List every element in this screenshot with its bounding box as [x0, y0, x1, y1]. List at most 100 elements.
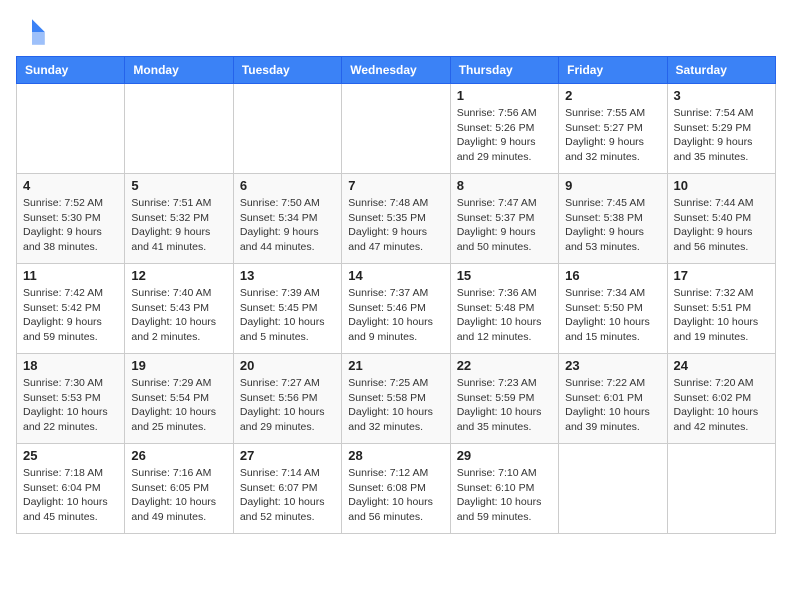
day-number: 13	[240, 268, 335, 283]
calendar-cell	[233, 84, 341, 174]
day-info: Sunrise: 7:54 AMSunset: 5:29 PMDaylight:…	[674, 106, 769, 165]
day-number: 10	[674, 178, 769, 193]
day-number: 26	[131, 448, 226, 463]
week-row-2: 4 Sunrise: 7:52 AMSunset: 5:30 PMDaylight…	[17, 174, 776, 264]
header-day-sunday: Sunday	[17, 57, 125, 84]
day-number: 29	[457, 448, 552, 463]
calendar-cell: 13 Sunrise: 7:39 AMSunset: 5:45 PMDayligh…	[233, 264, 341, 354]
day-info: Sunrise: 7:51 AMSunset: 5:32 PMDaylight:…	[131, 196, 226, 255]
day-info: Sunrise: 7:56 AMSunset: 5:26 PMDaylight:…	[457, 106, 552, 165]
calendar-cell: 2Sunrise: 7:55 AMSunset: 5:27 PMDaylight…	[559, 84, 667, 174]
calendar-cell: 12 Sunrise: 7:40 AMSunset: 5:43 PMDayligh…	[125, 264, 233, 354]
day-number: 24	[674, 358, 769, 373]
page-header	[16, 16, 776, 48]
day-info: Sunrise: 7:40 AMSunset: 5:43 PMDaylight:…	[131, 286, 226, 345]
day-info: Sunrise: 7:47 AMSunset: 5:37 PMDaylight:…	[457, 196, 552, 255]
day-info: Sunrise: 7:44 AMSunset: 5:40 PMDaylight:…	[674, 196, 769, 255]
day-info: Sunrise: 7:48 AMSunset: 5:35 PMDaylight:…	[348, 196, 443, 255]
day-info: Sunrise: 7:30 AMSunset: 5:53 PMDaylight:…	[23, 376, 118, 435]
day-number: 17	[674, 268, 769, 283]
day-info: Sunrise: 7:14 AMSunset: 6:07 PMDaylight:…	[240, 466, 335, 525]
calendar-cell: 15 Sunrise: 7:36 AMSunset: 5:48 PMDayligh…	[450, 264, 558, 354]
week-row-4: 18 Sunrise: 7:30 AMSunset: 5:53 PMDayligh…	[17, 354, 776, 444]
day-info: Sunrise: 7:34 AMSunset: 5:50 PMDaylight:…	[565, 286, 660, 345]
calendar-cell	[125, 84, 233, 174]
calendar-cell: 28 Sunrise: 7:12 AMSunset: 6:08 PMDayligh…	[342, 444, 450, 534]
day-info: Sunrise: 7:10 AMSunset: 6:10 PMDaylight:…	[457, 466, 552, 525]
day-number: 23	[565, 358, 660, 373]
day-number: 15	[457, 268, 552, 283]
day-info: Sunrise: 7:39 AMSunset: 5:45 PMDaylight:…	[240, 286, 335, 345]
day-info: Sunrise: 7:12 AMSunset: 6:08 PMDaylight:…	[348, 466, 443, 525]
day-number: 7	[348, 178, 443, 193]
day-number: 19	[131, 358, 226, 373]
calendar-cell: 8 Sunrise: 7:47 AMSunset: 5:37 PMDaylight…	[450, 174, 558, 264]
day-number: 14	[348, 268, 443, 283]
header-day-tuesday: Tuesday	[233, 57, 341, 84]
calendar-cell: 25 Sunrise: 7:18 AMSunset: 6:04 PMDayligh…	[17, 444, 125, 534]
calendar-cell: 14 Sunrise: 7:37 AMSunset: 5:46 PMDayligh…	[342, 264, 450, 354]
calendar-cell	[559, 444, 667, 534]
day-info: Sunrise: 7:32 AMSunset: 5:51 PMDaylight:…	[674, 286, 769, 345]
day-number: 18	[23, 358, 118, 373]
header-day-thursday: Thursday	[450, 57, 558, 84]
day-number: 6	[240, 178, 335, 193]
day-number: 20	[240, 358, 335, 373]
calendar-cell: 19 Sunrise: 7:29 AMSunset: 5:54 PMDayligh…	[125, 354, 233, 444]
calendar-cell: 22 Sunrise: 7:23 AMSunset: 5:59 PMDayligh…	[450, 354, 558, 444]
day-info: Sunrise: 7:18 AMSunset: 6:04 PMDaylight:…	[23, 466, 118, 525]
header-day-saturday: Saturday	[667, 57, 775, 84]
calendar-cell: 21 Sunrise: 7:25 AMSunset: 5:58 PMDayligh…	[342, 354, 450, 444]
calendar-cell	[667, 444, 775, 534]
week-row-5: 25 Sunrise: 7:18 AMSunset: 6:04 PMDayligh…	[17, 444, 776, 534]
day-info: Sunrise: 7:29 AMSunset: 5:54 PMDaylight:…	[131, 376, 226, 435]
header-day-monday: Monday	[125, 57, 233, 84]
day-info: Sunrise: 7:45 AMSunset: 5:38 PMDaylight:…	[565, 196, 660, 255]
calendar-table: SundayMondayTuesdayWednesdayThursdayFrid…	[16, 56, 776, 534]
day-number: 21	[348, 358, 443, 373]
week-row-1: 1Sunrise: 7:56 AMSunset: 5:26 PMDaylight…	[17, 84, 776, 174]
calendar-cell: 9 Sunrise: 7:45 AMSunset: 5:38 PMDaylight…	[559, 174, 667, 264]
calendar-cell: 23 Sunrise: 7:22 AMSunset: 6:01 PMDayligh…	[559, 354, 667, 444]
header-row: SundayMondayTuesdayWednesdayThursdayFrid…	[17, 57, 776, 84]
calendar-cell: 26Sunrise: 7:16 AMSunset: 6:05 PMDayligh…	[125, 444, 233, 534]
day-info: Sunrise: 7:50 AMSunset: 5:34 PMDaylight:…	[240, 196, 335, 255]
day-info: Sunrise: 7:36 AMSunset: 5:48 PMDaylight:…	[457, 286, 552, 345]
day-info: Sunrise: 7:52 AMSunset: 5:30 PMDaylight:…	[23, 196, 118, 255]
calendar-header: SundayMondayTuesdayWednesdayThursdayFrid…	[17, 57, 776, 84]
calendar-cell: 17 Sunrise: 7:32 AMSunset: 5:51 PMDayligh…	[667, 264, 775, 354]
logo-icon	[16, 16, 48, 48]
day-number: 8	[457, 178, 552, 193]
calendar-cell: 24 Sunrise: 7:20 AMSunset: 6:02 PMDayligh…	[667, 354, 775, 444]
day-info: Sunrise: 7:22 AMSunset: 6:01 PMDaylight:…	[565, 376, 660, 435]
calendar-cell: 6 Sunrise: 7:50 AMSunset: 5:34 PMDaylight…	[233, 174, 341, 264]
day-info: Sunrise: 7:23 AMSunset: 5:59 PMDaylight:…	[457, 376, 552, 435]
calendar-cell: 4 Sunrise: 7:52 AMSunset: 5:30 PMDaylight…	[17, 174, 125, 264]
day-number: 5	[131, 178, 226, 193]
day-number: 11	[23, 268, 118, 283]
day-number: 25	[23, 448, 118, 463]
calendar-body: 1Sunrise: 7:56 AMSunset: 5:26 PMDaylight…	[17, 84, 776, 534]
calendar-cell: 7 Sunrise: 7:48 AMSunset: 5:35 PMDaylight…	[342, 174, 450, 264]
logo	[16, 16, 52, 48]
day-info: Sunrise: 7:25 AMSunset: 5:58 PMDaylight:…	[348, 376, 443, 435]
calendar-cell: 10 Sunrise: 7:44 AMSunset: 5:40 PMDayligh…	[667, 174, 775, 264]
day-number: 22	[457, 358, 552, 373]
calendar-cell: 18 Sunrise: 7:30 AMSunset: 5:53 PMDayligh…	[17, 354, 125, 444]
day-number: 4	[23, 178, 118, 193]
day-info: Sunrise: 7:42 AMSunset: 5:42 PMDaylight:…	[23, 286, 118, 345]
calendar-cell: 20Sunrise: 7:27 AMSunset: 5:56 PMDayligh…	[233, 354, 341, 444]
week-row-3: 11 Sunrise: 7:42 AMSunset: 5:42 PMDayligh…	[17, 264, 776, 354]
day-info: Sunrise: 7:20 AMSunset: 6:02 PMDaylight:…	[674, 376, 769, 435]
day-number: 9	[565, 178, 660, 193]
day-info: Sunrise: 7:37 AMSunset: 5:46 PMDaylight:…	[348, 286, 443, 345]
calendar-cell: 11 Sunrise: 7:42 AMSunset: 5:42 PMDayligh…	[17, 264, 125, 354]
calendar-cell: 3Sunrise: 7:54 AMSunset: 5:29 PMDaylight…	[667, 84, 775, 174]
day-number: 28	[348, 448, 443, 463]
day-number: 12	[131, 268, 226, 283]
day-number: 16	[565, 268, 660, 283]
calendar-cell	[17, 84, 125, 174]
header-day-friday: Friday	[559, 57, 667, 84]
calendar-cell: 16 Sunrise: 7:34 AMSunset: 5:50 PMDayligh…	[559, 264, 667, 354]
day-number: 27	[240, 448, 335, 463]
